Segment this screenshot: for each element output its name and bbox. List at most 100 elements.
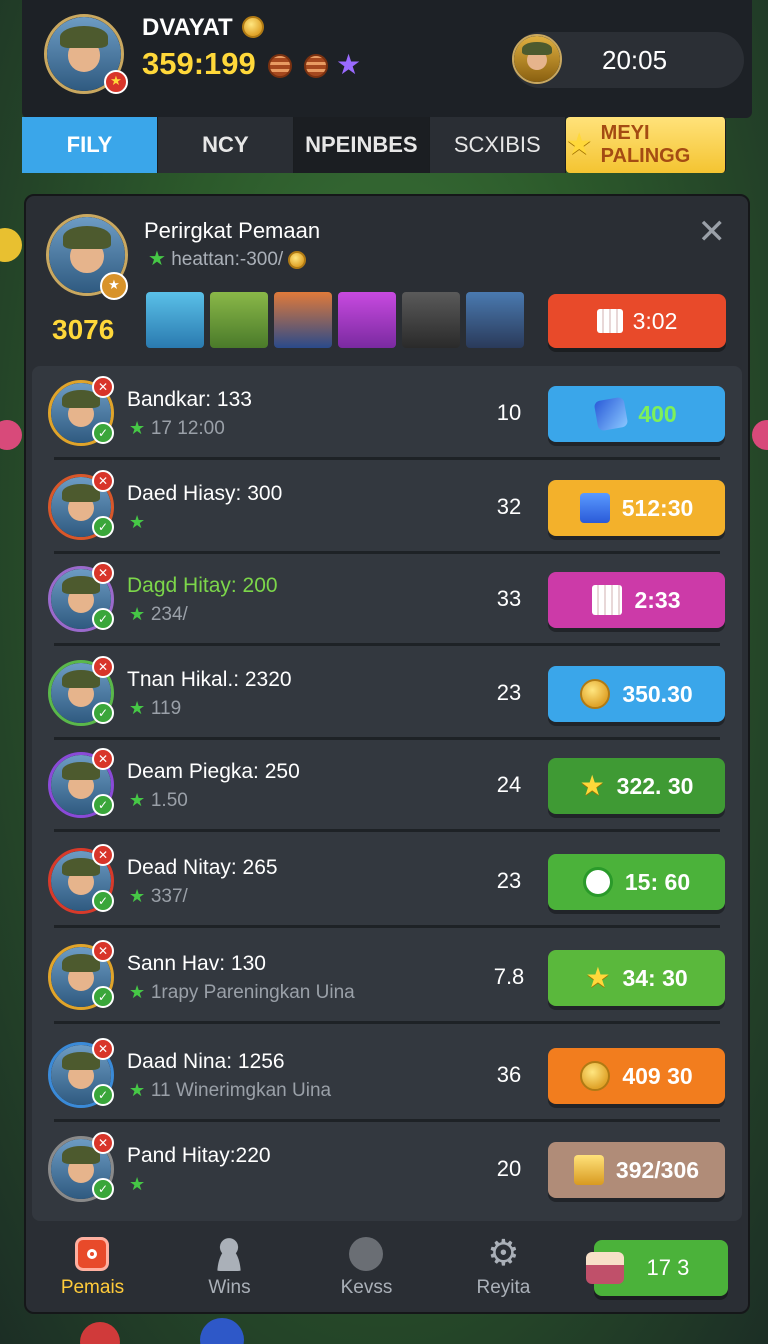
timer-text: 20:05 — [602, 45, 668, 75]
check-badge-icon: ✓ — [92, 794, 114, 816]
nav-pemais-label: Pemais — [60, 1277, 125, 1298]
nav-wins[interactable]: Wins — [161, 1222, 298, 1314]
row-subtitle: ★ 119 — [129, 698, 181, 720]
diamond-card-icon — [593, 396, 629, 432]
leaderboard-row[interactable]: ✕ ✓ Daed Hiasy: 300 ★ 32 512:30 — [32, 460, 742, 554]
row-subtitle-text: 337/ — [150, 886, 188, 907]
row-subtitle: ★ 17 12:00 — [129, 418, 225, 440]
bg-ball — [200, 1318, 244, 1344]
level-badge-icon: ★ — [104, 70, 128, 94]
tab-ncy[interactable]: NCY — [157, 117, 294, 173]
rank-badge-icon: ★ — [100, 272, 128, 300]
nav-wins-label: Wins — [208, 1277, 251, 1298]
player-name: DVAYAT — [142, 14, 233, 41]
leaderboard-row[interactable]: ✕ ✓ Pand Hitay:220 ★ 20 392/306 — [32, 1122, 742, 1216]
cake-bonus-button[interactable]: 17 3 — [585, 1240, 728, 1296]
row-player-name: Dead Nitay: 265 — [127, 856, 278, 879]
friend-avatar[interactable] — [338, 292, 396, 348]
status-badge-icon: ✕ — [92, 562, 114, 584]
row-player-name: Dagd Hitay: 200 — [127, 574, 278, 597]
nav-pemais[interactable]: Pemais — [24, 1222, 161, 1314]
row-player-name: Deam Piegka: 250 — [127, 760, 300, 783]
status-badge-icon: ✕ — [92, 376, 114, 398]
nav-kevss-label: Kevss — [340, 1277, 393, 1298]
leaderboard-row[interactable]: ✕ ✓ Bandkar: 133 ★ 17 12:00 10 400 — [32, 366, 742, 460]
row-reward-label: 34: 30 — [622, 964, 688, 991]
friend-avatar[interactable] — [466, 292, 524, 348]
row-subtitle: ★ 1.50 — [129, 790, 188, 812]
jester-icon — [349, 1237, 384, 1271]
bg-ball — [0, 228, 22, 262]
panel-score: 3076 — [52, 314, 115, 345]
bg-ball — [0, 420, 22, 450]
gear-icon: ⚙ — [487, 1233, 520, 1274]
green-star-icon: ★ — [129, 790, 151, 811]
row-reward-button[interactable]: 350.30 — [548, 666, 725, 722]
player-balance: 359:199 — [142, 46, 256, 81]
tab-scxibis[interactable]: SCXIBIS — [429, 117, 566, 173]
nav-reyita[interactable]: ⚙ Reyita — [435, 1222, 572, 1314]
camera-icon — [75, 1237, 110, 1271]
nav-kevss[interactable]: Kevss — [298, 1222, 435, 1314]
status-badge-icon: ✕ — [92, 1038, 114, 1060]
check-badge-icon: ✓ — [92, 1178, 114, 1200]
row-subtitle-text: 11 Winerimgkan Uina — [150, 1080, 332, 1101]
status-badge-icon: ✕ — [92, 656, 114, 678]
leaderboard-row[interactable]: ✕ ✓ Dead Nitay: 265 ★ 337/23 15: 60 — [32, 834, 742, 928]
gold-coin-icon — [580, 1061, 611, 1091]
tab-npeinbes[interactable]: NPEINBES — [293, 117, 430, 173]
row-subtitle: ★ 337/ — [129, 886, 188, 908]
leaderboard-row[interactable]: ✕ ✓ Daad Nina: 1256 ★ 11 Winerimgkan Uina 36… — [32, 1028, 742, 1122]
opponent-avatar — [512, 34, 562, 84]
star-icon: ★ — [579, 769, 605, 802]
row-divider — [54, 1021, 720, 1024]
panel-action-button[interactable]: 3:02 — [548, 294, 726, 348]
row-reward-label: 512:30 — [621, 494, 694, 521]
friend-avatar[interactable] — [146, 292, 204, 348]
row-player-name: Pand Hitay:220 — [127, 1144, 271, 1167]
leaderboard-row[interactable]: ✕ ✓ Deam Piegka: 250 ★ 1.50 24 ★ 322. 30 — [32, 738, 742, 832]
row-subtitle-text: 1rapy Pareningkan Uina — [150, 982, 355, 1003]
tab-meyi-palingg[interactable]: ★ MEYI PALINGG — [565, 117, 726, 173]
status-badge-icon: ✕ — [92, 940, 114, 962]
row-reward-button[interactable]: ★ 322. 30 — [548, 758, 725, 814]
row-reward-button[interactable]: 392/306 — [548, 1142, 725, 1198]
row-reward-button[interactable]: 409 30 — [548, 1048, 725, 1104]
nav-bonus[interactable]: 17 3 — [572, 1222, 750, 1314]
row-reward-label: 400 — [638, 400, 677, 427]
leaderboard-row[interactable]: ✕ ✓ Tnan Hikal.: 2320 ★ 119 23 350.30 — [32, 646, 742, 740]
friend-avatar[interactable] — [274, 292, 332, 348]
check-badge-icon: ✓ — [92, 516, 114, 538]
friend-avatar[interactable] — [210, 292, 268, 348]
row-subtitle-text: 1.50 — [150, 790, 188, 811]
row-divider — [54, 829, 720, 832]
row-reward-button[interactable]: 15: 60 — [548, 854, 725, 910]
row-subtitle: ★ — [129, 512, 145, 534]
close-icon[interactable]: ✕ — [698, 212, 727, 252]
green-star-icon: ★ — [129, 418, 151, 439]
star-icon: ★ — [565, 127, 593, 162]
row-reward-label: 322. 30 — [616, 772, 694, 799]
row-reward-button[interactable]: 400 — [548, 386, 725, 442]
leaderboard-row[interactable]: ✕ ✓ Dagd Hitay: 200 ★ 234/33 2:33 — [32, 552, 742, 646]
row-reward-button[interactable]: ★ 34: 30 — [548, 950, 725, 1006]
green-star-icon: ★ — [129, 1174, 146, 1195]
top-bar: ★ DVAYAT 359:199 ★ 20:05 — [22, 0, 752, 118]
row-reward-button[interactable]: 512:30 — [548, 480, 725, 536]
check-badge-icon: ✓ — [92, 986, 114, 1008]
chip-icon — [304, 54, 328, 78]
panel-subtitle-text: heattan:-300/ — [171, 249, 284, 270]
check-badge-icon: ✓ — [92, 422, 114, 444]
row-reward-button[interactable]: 2:33 — [548, 572, 725, 628]
leaderboard-row[interactable]: ✕ ✓ Sann Hav: 130 ★ 1rapy Pareningkan Uina 7… — [32, 930, 742, 1024]
row-rank: 23 — [496, 868, 522, 893]
row-rank: 33 — [496, 586, 522, 611]
panel-subtitle: ★ heattan:-300/ — [148, 246, 307, 271]
green-star-icon: ★ — [148, 246, 166, 270]
tab-fily[interactable]: FILY — [22, 117, 158, 173]
row-subtitle-text: 234/ — [150, 604, 188, 625]
green-star-icon: ★ — [129, 512, 146, 533]
row-player-name: Tnan Hikal.: 2320 — [127, 668, 292, 691]
gold-star-badge-icon — [573, 1155, 604, 1185]
friend-avatar[interactable] — [402, 292, 460, 348]
